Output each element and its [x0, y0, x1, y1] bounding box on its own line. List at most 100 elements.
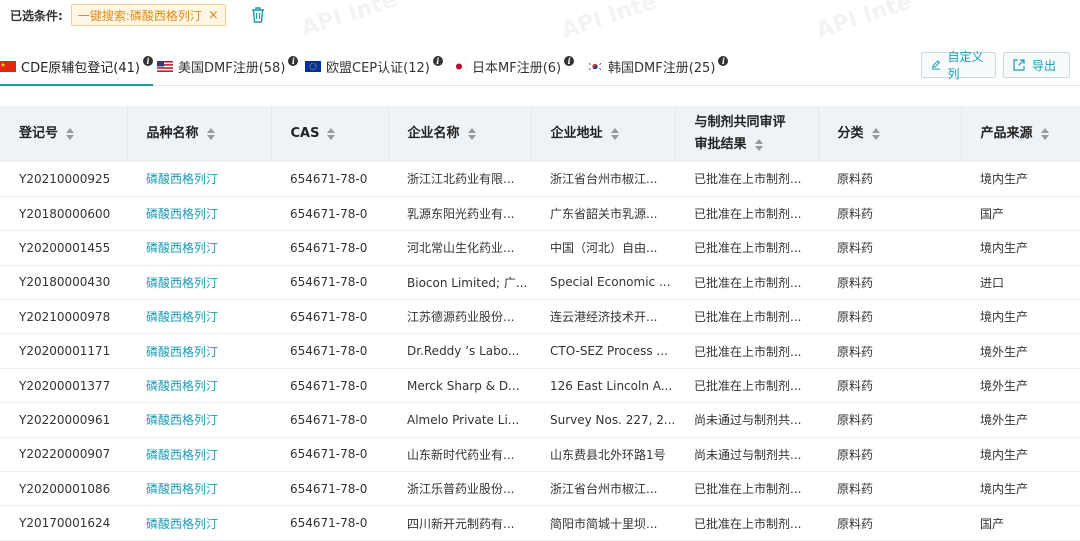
category-cell: 原料药 [837, 275, 874, 290]
column-header[interactable]: 分类 [818, 106, 962, 162]
filter-chip[interactable]: 一键搜索:磷酸西格列汀 × [70, 4, 226, 26]
table-row[interactable]: Y20220000961 磷酸西格列汀 654671-78-0 Almelo Priv… [0, 403, 1080, 438]
company-address-cell: 中国（河北）自由... [550, 241, 658, 256]
sort-icon[interactable] [327, 127, 336, 140]
product-name-cell[interactable]: 磷酸西格列汀 [127, 506, 271, 540]
company-address-cell: 浙江省台州市椒江... [550, 172, 658, 187]
product-name-cell[interactable]: 磷酸西格列汀 [127, 472, 271, 506]
cas-number-cell: 654671-78-0 [290, 275, 368, 290]
filter-chip-text: 一键搜索:磷酸西格列汀 [77, 8, 202, 23]
company-address-cell: 简阳市简城十里坝... [550, 516, 658, 531]
category-cell: 原料药 [837, 241, 874, 256]
category-cell: 原料药 [837, 447, 874, 462]
filter-label: 已选条件: [10, 8, 63, 23]
product-source-cell: 境内生产 [980, 172, 1029, 187]
custom-columns-label: 自定义列 [947, 50, 984, 81]
tab-cde[interactable]: CDE原辅包登记(41) i [0, 48, 153, 86]
registration-number-cell: Y20210000978 [19, 309, 111, 324]
column-header[interactable]: 与制剂共同审评审批结果 [675, 106, 819, 162]
company-name-cell: 河北常山生化药业... [407, 241, 515, 256]
sort-icon[interactable] [206, 127, 216, 140]
edit-icon [931, 60, 941, 70]
product-source-cell: 境内生产 [980, 447, 1029, 462]
company-name-cell: 乳源东阳光药业有... [407, 207, 515, 222]
table-header-row: 登记号 品种名称 CAS 企业名称 企业地址 与制剂共同审评审批结果 分类 产品… [0, 106, 1080, 162]
sort-icon[interactable] [754, 138, 764, 151]
table-row[interactable]: Y20200001171 磷酸西格列汀 654671-78-0 Dr.Reddy ’s… [0, 334, 1080, 369]
company-name-cell: Merck Sharp & D... [407, 378, 520, 393]
tab-jp-mf[interactable]: 日本MF注册(6) i [451, 48, 575, 85]
product-name-cell[interactable]: 磷酸西格列汀 [127, 196, 271, 230]
close-icon[interactable]: × [208, 8, 219, 23]
tab-kr-dmf[interactable]: 韩国DMF注册(25) i [587, 48, 729, 85]
table-row[interactable]: Y20200001377 磷酸西格列汀 654671-78-0 Merck Sharp… [0, 368, 1080, 403]
registration-number-cell: Y20200001455 [19, 240, 111, 255]
info-icon[interactable]: i [432, 55, 443, 66]
cas-number-cell: 654671-78-0 [290, 171, 368, 186]
category-cell: 原料药 [837, 482, 874, 497]
table-row[interactable]: Y20200001455 磷酸西格列汀 654671-78-0 河北常山生化药业...… [0, 231, 1080, 266]
cas-number-cell: 654671-78-0 [290, 309, 368, 324]
review-result-cell: 尚未通过与制剂共... [694, 447, 802, 462]
product-source-cell: 国产 [980, 207, 1005, 222]
registration-number-cell: Y20220000907 [19, 447, 111, 462]
column-header[interactable]: CAS [271, 106, 389, 162]
review-result-cell: 已批准在上市制剂... [694, 241, 802, 256]
sort-icon[interactable] [1040, 127, 1050, 140]
column-header[interactable]: 登记号 [0, 106, 128, 162]
export-button[interactable]: 导出 [1003, 52, 1070, 78]
tab-label: CDE原辅包登记(41) [21, 61, 140, 76]
cas-number-cell: 654671-78-0 [290, 516, 368, 531]
product-name-cell[interactable]: 磷酸西格列汀 [127, 368, 271, 402]
sort-icon[interactable] [66, 127, 75, 140]
review-result-cell: 已批准在上市制剂... [694, 344, 802, 359]
sort-icon[interactable] [610, 127, 620, 140]
sort-icon[interactable] [467, 127, 477, 140]
column-header[interactable]: 企业地址 [531, 106, 676, 162]
custom-columns-button[interactable]: 自定义列 [921, 50, 996, 81]
product-name-cell[interactable]: 磷酸西格列汀 [127, 403, 271, 437]
product-name-cell[interactable]: 磷酸西格列汀 [127, 437, 271, 471]
category-cell: 原料药 [837, 310, 874, 325]
column-header[interactable]: 产品来源 [961, 106, 1080, 162]
registration-number-cell: Y20200001171 [19, 344, 111, 359]
tab-eu-cep[interactable]: 欧盟CEP认证(12) i [305, 48, 443, 85]
export-icon [1013, 59, 1025, 71]
review-result-cell: 已批准在上市制剂... [694, 482, 802, 497]
review-result-cell: 已批准在上市制剂... [694, 310, 802, 325]
table-row[interactable]: Y20200001086 磷酸西格列汀 654671-78-0 浙江乐普药业股份...… [0, 472, 1080, 506]
info-icon[interactable]: i [288, 55, 299, 66]
trash-icon[interactable] [250, 6, 266, 24]
info-icon[interactable]: i [718, 55, 729, 66]
product-name-cell[interactable]: 磷酸西格列汀 [127, 300, 271, 334]
review-result-cell: 已批准在上市制剂... [694, 172, 802, 187]
us-flag-icon [157, 61, 173, 72]
review-result-cell: 已批准在上市制剂... [694, 379, 802, 394]
column-header[interactable]: 企业名称 [388, 106, 532, 162]
registration-number-cell: Y20220000961 [19, 412, 111, 427]
cn-flag-icon [0, 61, 16, 72]
table-row[interactable]: Y20180000600 磷酸西格列汀 654671-78-0 乳源东阳光药业有...… [0, 196, 1080, 231]
table-row[interactable]: Y20210000925 磷酸西格列汀 654671-78-0 浙江江北药业有限...… [0, 162, 1080, 197]
product-name-cell[interactable]: 磷酸西格列汀 [127, 231, 271, 265]
tab-us-dmf[interactable]: 美国DMF注册(58) i [157, 48, 299, 85]
registration-number-cell: Y20210000925 [19, 171, 111, 186]
column-header[interactable]: 品种名称 [127, 106, 272, 162]
product-name-cell[interactable]: 磷酸西格列汀 [127, 265, 271, 299]
table-row[interactable]: Y20220000907 磷酸西格列汀 654671-78-0 山东新时代药业有...… [0, 437, 1080, 472]
table-row[interactable]: Y20180000430 磷酸西格列汀 654671-78-0 Biocon Limi… [0, 265, 1080, 300]
cas-number-cell: 654671-78-0 [290, 481, 368, 496]
product-name-cell[interactable]: 磷酸西格列汀 [127, 334, 271, 368]
info-icon[interactable]: i [564, 55, 575, 66]
product-name-cell[interactable]: 磷酸西格列汀 [127, 162, 271, 196]
info-icon[interactable]: i [143, 55, 153, 66]
category-cell: 原料药 [837, 172, 874, 187]
product-source-cell: 境外生产 [980, 379, 1029, 394]
table-row[interactable]: Y20170001624 磷酸西格列汀 654671-78-0 四川新开元制药有...… [0, 506, 1080, 541]
product-source-cell: 境内生产 [980, 482, 1029, 497]
company-address-cell: 山东费县北外环路1号 [550, 447, 666, 462]
table-body: Y20210000925 磷酸西格列汀 654671-78-0 浙江江北药业有限...… [0, 162, 1080, 541]
sort-icon[interactable] [871, 127, 881, 140]
table-row[interactable]: Y20210000978 磷酸西格列汀 654671-78-0 江苏德源药业股份...… [0, 300, 1080, 334]
cas-number-cell: 654671-78-0 [290, 412, 368, 427]
